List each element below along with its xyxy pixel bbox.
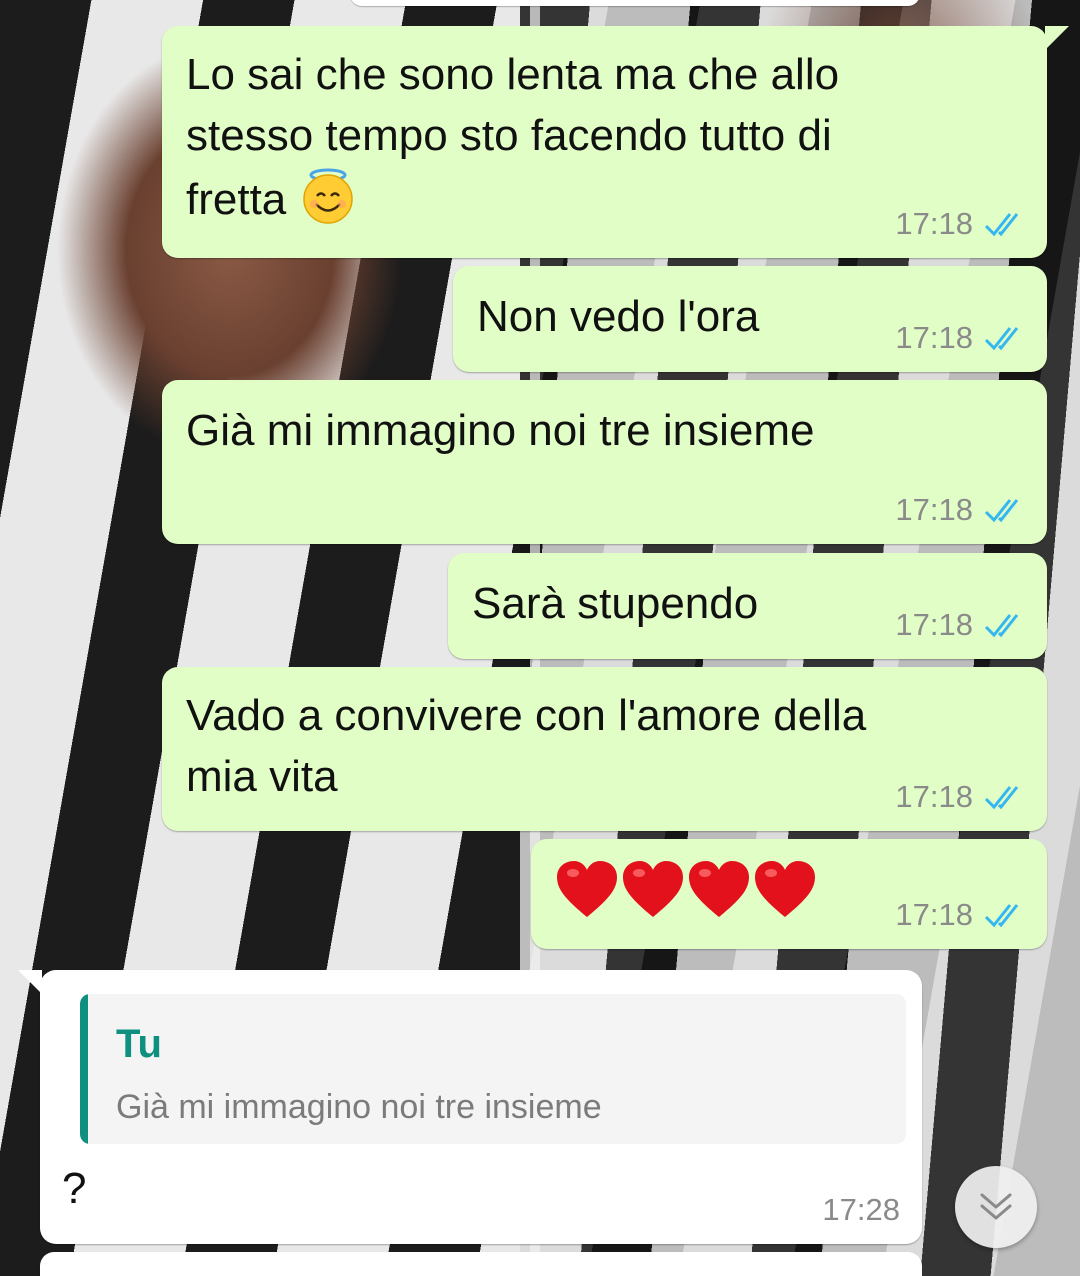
- quote-accent-bar: [80, 994, 88, 1144]
- message-meta: 17:18: [895, 779, 1025, 815]
- message-bubble-outgoing[interactable]: 17:18: [531, 839, 1047, 949]
- smiling-face-with-halo-icon: [299, 166, 357, 224]
- red-heart-icon: [623, 861, 683, 917]
- message-meta: 17:18: [895, 897, 1025, 933]
- message-meta: 17:18: [895, 206, 1025, 242]
- message-text: Lo sai che sono lenta ma che allo stesso…: [186, 50, 840, 224]
- double-check-read-icon: [984, 213, 1019, 237]
- red-heart-icon: [557, 861, 617, 917]
- message-meta: 17:18: [895, 320, 1025, 356]
- quoted-message[interactable]: Tu Già mi immagino noi tre insieme: [80, 994, 906, 1144]
- message-meta: 17:18: [895, 607, 1025, 643]
- double-check-read-icon: [984, 614, 1019, 638]
- previous-message-fragment[interactable]: [350, 0, 920, 6]
- double-check-read-icon: [984, 499, 1019, 523]
- message-bubble-outgoing[interactable]: Già mi immagino noi tre insieme 17:18: [162, 380, 1047, 544]
- message-time: 17:18: [895, 492, 973, 527]
- message-bubble-outgoing[interactable]: Lo sai che sono lenta ma che allo stesso…: [162, 26, 1069, 258]
- message-text: Già mi immagino noi tre insieme: [186, 406, 815, 455]
- message-bubble-outgoing[interactable]: Vado a convivere con l'amore della mia v…: [162, 667, 1047, 831]
- message-bubble-outgoing[interactable]: Sarà stupendo 17:18: [448, 553, 1047, 659]
- message-time: 17:18: [895, 779, 973, 814]
- quoted-author: Tu: [116, 1022, 162, 1066]
- message-time: 17:18: [895, 320, 973, 355]
- next-message-fragment[interactable]: [40, 1252, 922, 1276]
- double-check-read-icon: [984, 786, 1019, 810]
- double-chevron-down-icon: [980, 1193, 1012, 1220]
- message-time: 17:18: [895, 206, 973, 241]
- message-text: Non vedo l'ora: [477, 292, 760, 341]
- message-meta: 17:18: [895, 492, 1025, 528]
- message-text: ?: [62, 1164, 87, 1213]
- double-check-read-icon: [984, 904, 1019, 928]
- message-bubble-incoming[interactable]: Tu Già mi immagino noi tre insieme ? 17:…: [18, 970, 922, 1244]
- message-time: 17:28: [822, 1192, 900, 1227]
- red-heart-icon: [689, 861, 749, 917]
- quoted-text: Già mi immagino noi tre insieme: [116, 1088, 602, 1126]
- message-emoji-row: [555, 859, 817, 923]
- scroll-to-bottom-button[interactable]: [955, 1166, 1037, 1248]
- message-text: Sarà stupendo: [472, 579, 759, 628]
- message-text: Vado a convivere con l'amore della mia v…: [186, 691, 867, 801]
- message-bubble-outgoing[interactable]: Non vedo l'ora 17:18: [453, 266, 1047, 372]
- double-check-read-icon: [984, 327, 1019, 351]
- message-time: 17:18: [895, 897, 973, 932]
- message-time: 17:18: [895, 607, 973, 642]
- red-heart-icon: [755, 861, 815, 917]
